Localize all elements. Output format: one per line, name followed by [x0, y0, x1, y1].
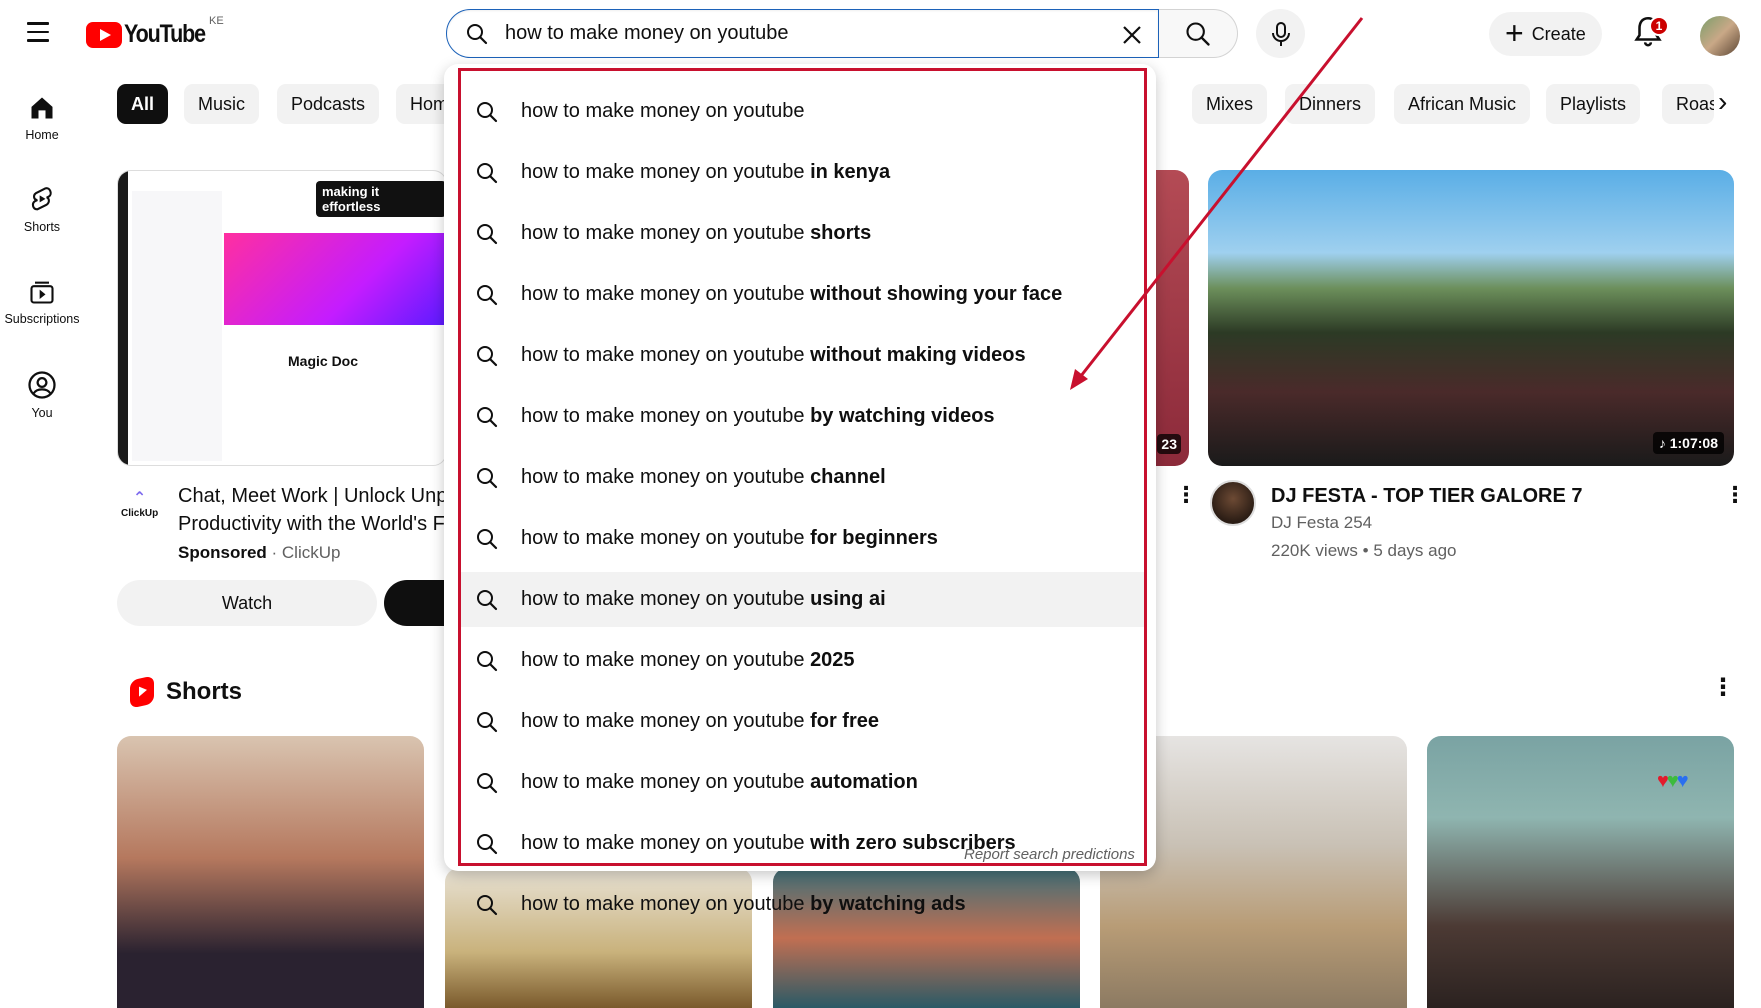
voice-search-button[interactable]	[1256, 9, 1305, 58]
chevron-right-icon[interactable]: ›	[1718, 88, 1727, 116]
microphone-icon	[1271, 21, 1290, 46]
short-thumbnail[interactable]	[117, 736, 424, 1008]
logo-text: YouTube	[124, 20, 206, 48]
sidebar-item-label: Home	[25, 128, 59, 142]
channel-avatar[interactable]	[1210, 480, 1256, 526]
duration-badge: 23	[1157, 434, 1181, 454]
highlight-box	[458, 68, 1147, 866]
ad-meta: Sponsored · ClickUp	[178, 543, 341, 562]
chip-playlists[interactable]: Playlists	[1546, 84, 1641, 124]
ad-thumbnail[interactable]: making it effortless Magic Doc	[117, 170, 447, 466]
short-thumbnail[interactable]	[1427, 736, 1734, 1008]
sidebar-item-shorts[interactable]: Shorts	[0, 176, 84, 268]
chip-music[interactable]: Music	[184, 84, 260, 124]
ad-thumb-doc-title: Magic Doc	[288, 353, 359, 369]
search-icon	[475, 893, 501, 917]
search-input[interactable]	[505, 10, 1045, 57]
shorts-logo-icon	[130, 675, 154, 709]
clickup-logo[interactable]: ⌃ ClickUp	[121, 488, 158, 519]
sidebar-item-label: Subscriptions	[4, 312, 80, 326]
suggestion-item[interactable]: how to make money on youtube by watching…	[461, 877, 1144, 932]
suggestion-completion-text: by watching ads	[810, 893, 966, 915]
chip-roast[interactable]: Roast	[1662, 84, 1714, 124]
sidebar-item-label: You	[31, 406, 53, 420]
youtube-logo[interactable]: YouTube	[86, 20, 218, 49]
chip-all[interactable]: All	[117, 84, 169, 124]
notification-count-badge: 1	[1649, 16, 1669, 36]
shorts-header: Shorts	[130, 675, 243, 709]
you-icon	[28, 371, 56, 399]
chip-african-music[interactable]: African Music	[1394, 84, 1531, 124]
shorts-icon	[31, 187, 52, 211]
video-meta: 220K views • 5 days ago	[1271, 541, 1457, 560]
sidebar-item-you[interactable]: You	[0, 360, 84, 452]
ad-title-line: Chat, Meet Work | Unlock Unp	[178, 485, 448, 507]
plus-icon: +	[1505, 14, 1524, 51]
chip-podcasts[interactable]: Podcasts	[277, 84, 380, 124]
ad-title[interactable]: Chat, Meet Work | Unlock Unp Productivit…	[178, 482, 448, 538]
advertiser-name[interactable]: ClickUp	[282, 543, 341, 562]
thumb-gradient	[224, 233, 446, 325]
search-icon	[465, 22, 489, 51]
close-icon	[1123, 26, 1141, 44]
search-button[interactable]	[1159, 9, 1238, 58]
clear-search-button[interactable]	[1117, 20, 1147, 50]
ad-title-line: Productivity with the World's F	[178, 513, 445, 535]
sidebar-item-label: Shorts	[23, 220, 61, 234]
menu-icon[interactable]	[22, 16, 54, 48]
search-icon	[1186, 21, 1210, 46]
duration-badge: ♪ 1:07:08	[1652, 432, 1724, 454]
youtube-play-icon	[86, 21, 122, 48]
sidebar: Home Shorts Subscriptions You	[0, 84, 84, 452]
create-button[interactable]: + Create	[1489, 12, 1602, 56]
thumb-app-bar	[118, 171, 128, 465]
create-label: Create	[1531, 23, 1586, 44]
more-options-icon[interactable]: ⋮	[1175, 484, 1197, 506]
watch-button[interactable]: Watch	[117, 580, 377, 626]
chip-dinners[interactable]: Dinners	[1285, 84, 1376, 124]
search-box	[446, 9, 1159, 58]
hearts-emoji: ♥♥♥	[1657, 770, 1689, 792]
channel-name[interactable]: DJ Festa 254	[1271, 513, 1372, 533]
more-options-icon[interactable]: ⋮	[1724, 484, 1746, 506]
subscriptions-icon	[30, 281, 54, 304]
home-icon	[31, 97, 53, 119]
video-title[interactable]: DJ FESTA - TOP TIER GALORE 7	[1271, 482, 1583, 510]
video-thumbnail[interactable]: ♪ 1:07:08	[1208, 170, 1734, 466]
country-code: KE	[209, 15, 224, 27]
more-options-icon[interactable]: ⋮	[1711, 676, 1735, 700]
chip-mixes[interactable]: Mixes	[1192, 84, 1268, 124]
account-avatar[interactable]	[1700, 16, 1740, 56]
sidebar-item-home[interactable]: Home	[0, 84, 84, 176]
advertiser-logo-text: ClickUp	[121, 508, 159, 519]
duration-text: 1:07:08	[1669, 435, 1718, 451]
suggestion-base-text: how to make money on youtube	[521, 893, 811, 915]
sponsored-label: Sponsored	[178, 543, 267, 562]
sidebar-item-subscriptions[interactable]: Subscriptions	[0, 268, 84, 360]
thumb-sidebar-pane	[132, 191, 222, 461]
top-bar: YouTube KE + Create 1	[0, 0, 1761, 64]
ad-thumb-caption: making it effortless	[316, 181, 446, 217]
shorts-title: Shorts	[166, 678, 243, 705]
